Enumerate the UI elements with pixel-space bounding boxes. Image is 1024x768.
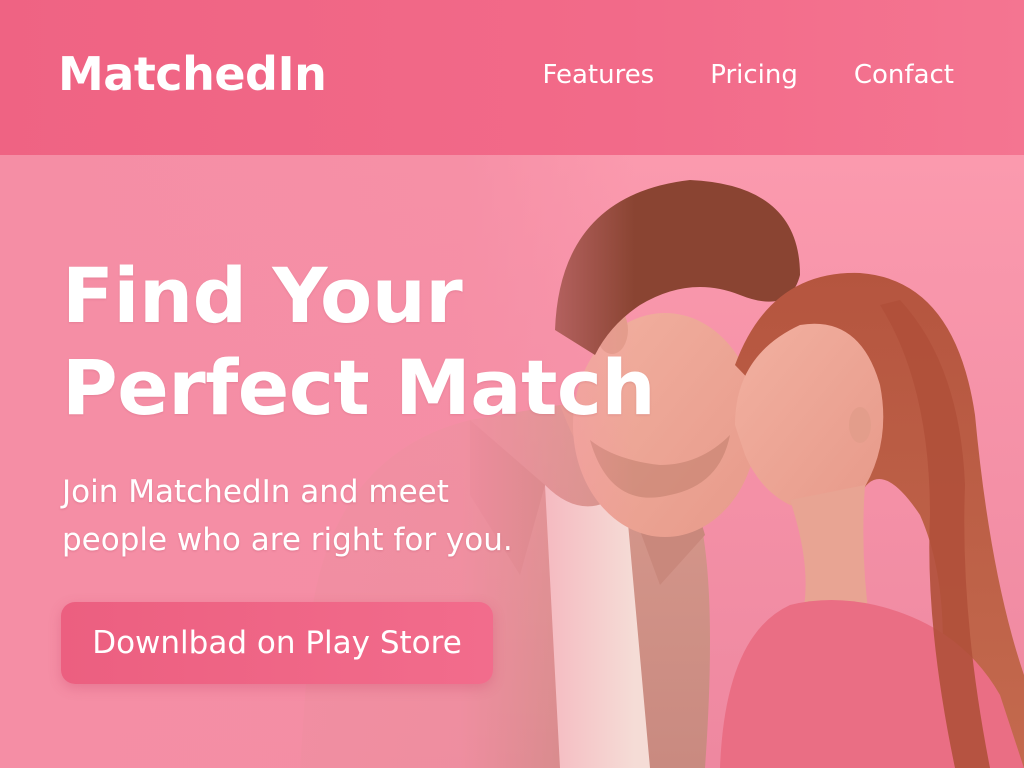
hero-subtitle: Join MatchedIn and meet people who are r… bbox=[62, 468, 582, 564]
hero-subtitle-line-2: people who are right for you. bbox=[62, 522, 513, 558]
download-play-store-button[interactable]: Downlbad on Play Store bbox=[61, 602, 493, 684]
hero-title-line-1: Find Your bbox=[62, 251, 463, 340]
nav-link-contact[interactable]: Confact bbox=[854, 58, 954, 92]
main-nav: Features Pricing Confact bbox=[542, 58, 954, 92]
hero-section: Find Your Perfect Match Join MatchedIn a… bbox=[62, 250, 656, 564]
hero-title: Find Your Perfect Match bbox=[62, 250, 656, 434]
hero-subtitle-line-1: Join MatchedIn and meet bbox=[62, 474, 449, 510]
site-header: MatchedIn Features Pricing Confact bbox=[0, 0, 1024, 155]
nav-link-features[interactable]: Features bbox=[542, 58, 654, 92]
landing-page: MatchedIn Features Pricing Confact Find … bbox=[0, 0, 1024, 768]
hero-title-line-2: Perfect Match bbox=[62, 343, 656, 432]
nav-link-pricing[interactable]: Pricing bbox=[710, 58, 798, 92]
brand-logo[interactable]: MatchedIn bbox=[58, 46, 327, 102]
